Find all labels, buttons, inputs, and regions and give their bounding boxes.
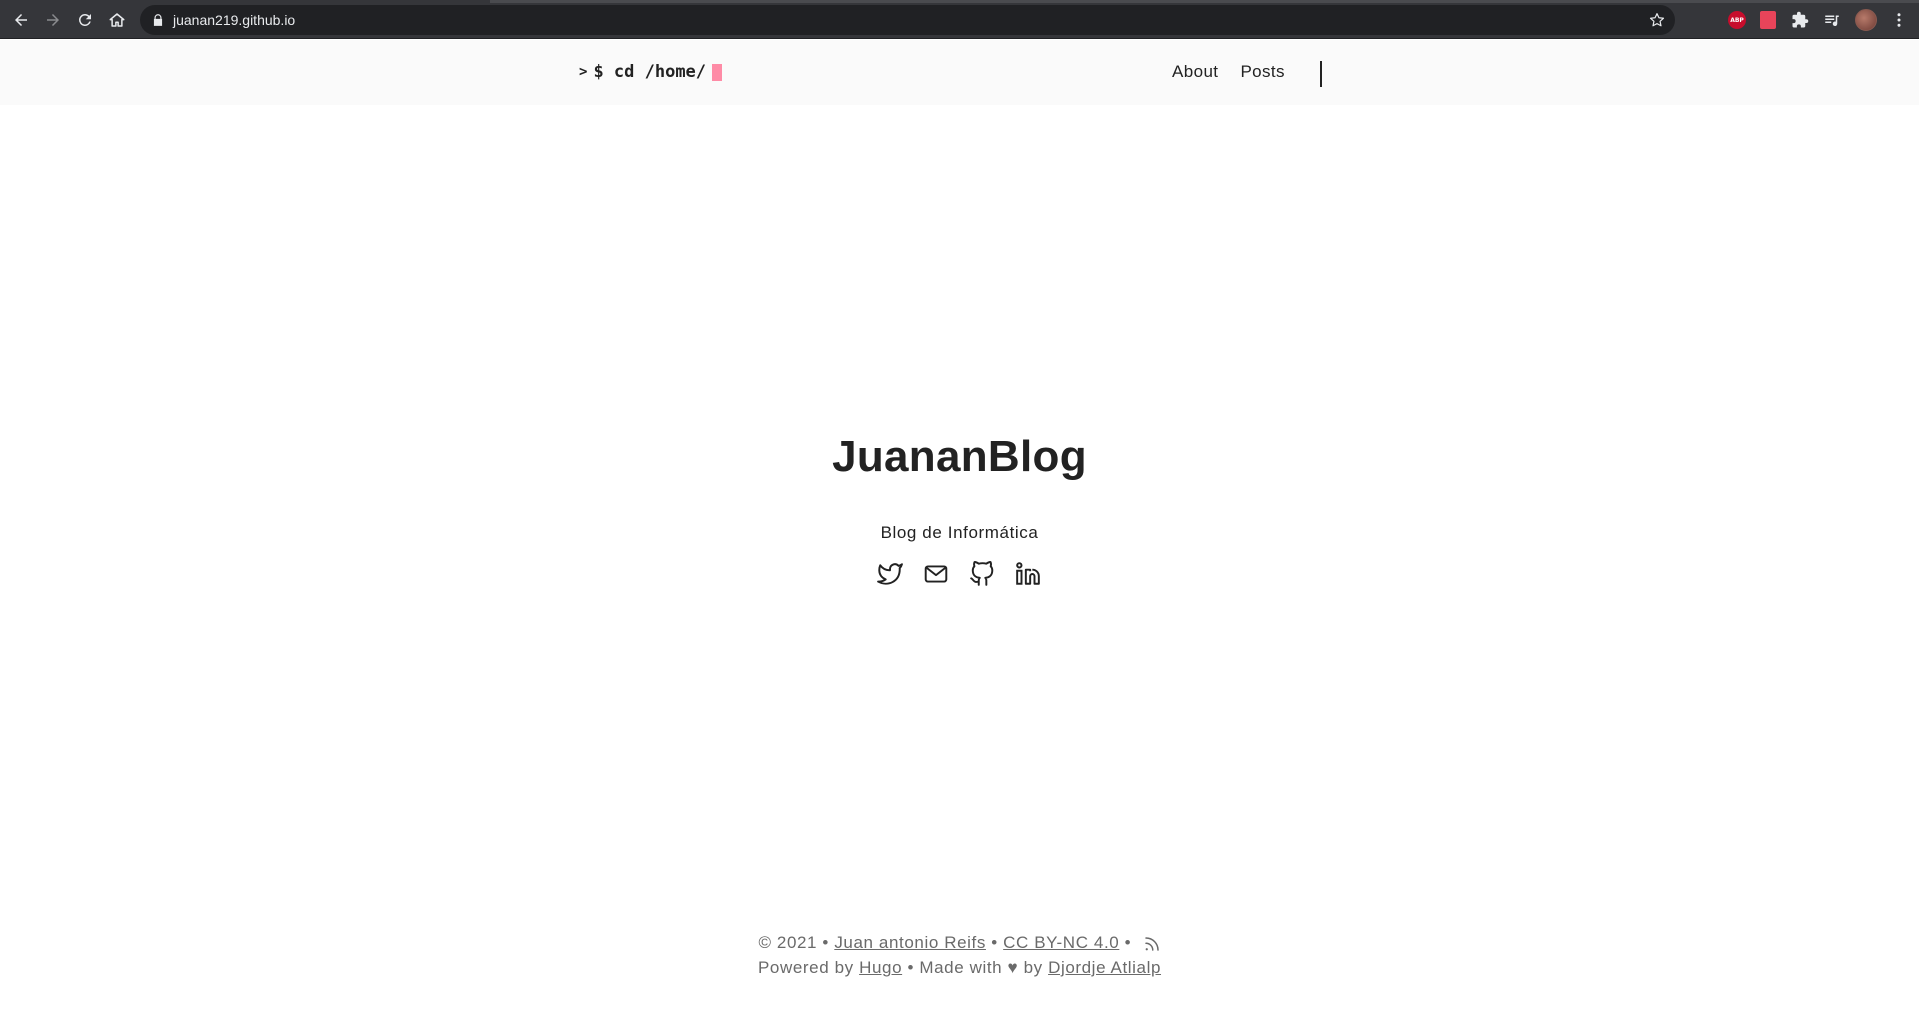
- powered-by-text: Powered by: [757, 958, 854, 977]
- linkedin-icon: [1016, 562, 1040, 585]
- main-menu: About Posts: [1172, 62, 1285, 84]
- twitter-link[interactable]: [877, 561, 903, 587]
- kebab-menu-icon: [1897, 13, 1901, 27]
- reload-icon: [78, 13, 91, 26]
- rss-link[interactable]: [1137, 933, 1161, 952]
- terminal-cursor: [712, 63, 723, 81]
- mail-icon: [924, 565, 948, 583]
- email-link[interactable]: [923, 561, 949, 587]
- site-footer: © 2021 • Juan antonio Reifs • CC BY-NC 4…: [0, 930, 1919, 980]
- arrow-left-icon: [15, 14, 27, 26]
- heart-icon: ♥: [1007, 958, 1019, 977]
- menu-item-about[interactable]: About: [1172, 62, 1218, 84]
- menu-item-posts[interactable]: Posts: [1240, 62, 1285, 84]
- menu-divider: [1320, 61, 1322, 87]
- arrow-right-icon: [47, 14, 59, 26]
- pdf-extension-icon: [1760, 11, 1776, 29]
- rss-icon: [1144, 936, 1159, 951]
- footer-separator: •: [1124, 933, 1132, 952]
- adblock-plus-icon: ABP: [1728, 11, 1746, 29]
- copyright-text: © 2021 •: [758, 933, 829, 952]
- site-subtitle: Blog de Informática: [880, 523, 1039, 542]
- url-text: juanan219.github.io: [173, 12, 296, 28]
- home-icon: [109, 13, 125, 27]
- browser-toolbar: juanan219.github.io ABP: [0, 0, 1919, 39]
- logo-text: $ cd /home/: [593, 62, 707, 82]
- by-text: by: [1023, 958, 1043, 977]
- forward-button[interactable]: [41, 8, 65, 32]
- social-links: [877, 561, 1041, 589]
- puzzle-icon: [1792, 11, 1809, 28]
- reload-button[interactable]: [73, 8, 97, 32]
- github-link[interactable]: [969, 561, 995, 587]
- media-controls-button[interactable]: [1822, 10, 1842, 30]
- tab-strip: [490, 0, 1919, 3]
- made-with-text: • Made with: [907, 958, 1003, 977]
- bookmark-star-icon[interactable]: [1648, 11, 1666, 29]
- license-link[interactable]: CC BY-NC 4.0: [1003, 933, 1119, 952]
- theme-author-link[interactable]: Djordje Atlialp: [1048, 958, 1161, 977]
- pdf-extension[interactable]: [1758, 10, 1778, 30]
- footer-separator: •: [991, 933, 998, 952]
- adblock-plus-extension[interactable]: ABP: [1727, 10, 1747, 30]
- footer-line-2: Powered by Hugo • Made with ♥ by Djordje…: [0, 955, 1919, 980]
- hugo-link[interactable]: Hugo: [859, 958, 902, 977]
- browser-menu-button[interactable]: [1887, 8, 1911, 32]
- site-title: JuananBlog: [832, 432, 1087, 481]
- lock-icon: [153, 14, 163, 26]
- home-button[interactable]: [105, 8, 129, 32]
- extensions-button[interactable]: [1790, 10, 1810, 30]
- author-link[interactable]: Juan antonio Reifs: [834, 933, 986, 952]
- profile-avatar[interactable]: [1855, 9, 1877, 31]
- back-button[interactable]: [9, 8, 33, 32]
- address-bar[interactable]: juanan219.github.io: [140, 5, 1675, 35]
- github-icon: [970, 561, 994, 586]
- logo-caret: >: [579, 64, 588, 80]
- site-logo[interactable]: > $ cd /home/: [579, 60, 723, 84]
- media-controls-icon: [1825, 15, 1839, 27]
- twitter-icon: [877, 563, 903, 585]
- linkedin-link[interactable]: [1015, 561, 1041, 587]
- footer-line-1: © 2021 • Juan antonio Reifs • CC BY-NC 4…: [0, 930, 1919, 955]
- site-header: > $ cd /home/ About Posts: [0, 40, 1919, 105]
